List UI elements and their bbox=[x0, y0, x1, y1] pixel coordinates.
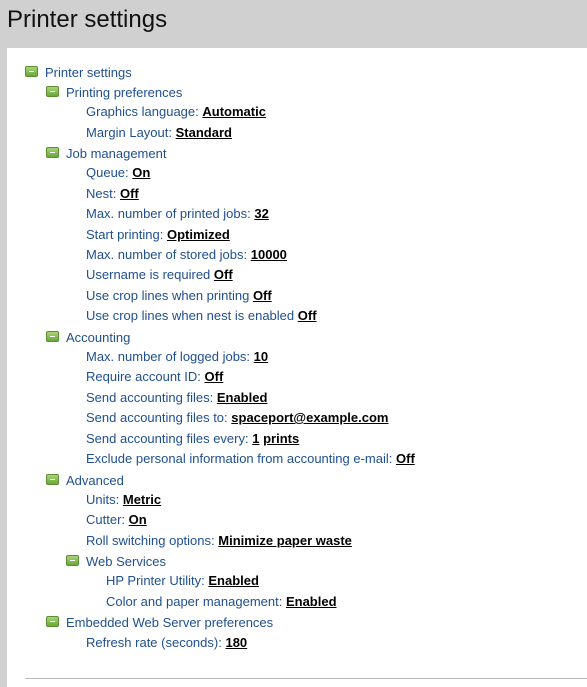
setting-value-link[interactable]: Enabled bbox=[208, 573, 259, 588]
tree-node-advanced[interactable]: Advanced bbox=[66, 471, 124, 491]
setting-roll-switching: Roll switching options: Minimize paper w… bbox=[86, 531, 352, 551]
setting-send-accounting-every: Send accounting files every: 1 prints bbox=[86, 429, 299, 449]
setting-label: Refresh rate (seconds): bbox=[86, 635, 222, 650]
setting-label: Start printing: bbox=[86, 227, 164, 242]
setting-label: Use crop lines when printing bbox=[86, 288, 250, 303]
tree-node-ews-preferences[interactable]: Embedded Web Server preferences bbox=[66, 613, 273, 633]
setting-send-accounting-files: Send accounting files: Enabled bbox=[86, 388, 267, 408]
setting-label: Cutter: bbox=[86, 512, 126, 527]
setting-label: Max. number of printed jobs: bbox=[86, 206, 251, 221]
setting-max-logged-jobs: Max. number of logged jobs: 10 bbox=[86, 347, 268, 367]
tree-node-job-management[interactable]: Job management bbox=[66, 144, 166, 164]
setting-crop-lines-nest: Use crop lines when nest is enabled Off bbox=[86, 306, 317, 326]
tree-node-printing-preferences[interactable]: Printing preferences bbox=[66, 83, 182, 103]
tree-node-web-services[interactable]: Web Services bbox=[86, 552, 166, 572]
setting-hp-printer-utility: HP Printer Utility: Enabled bbox=[106, 571, 259, 591]
setting-value-link[interactable]: Automatic bbox=[202, 104, 266, 119]
setting-username-required: Username is required Off bbox=[86, 265, 233, 285]
tree-node-label[interactable]: Printing preferences bbox=[66, 85, 182, 100]
setting-label: Queue: bbox=[86, 165, 129, 180]
setting-value-link[interactable]: spaceport@example.com bbox=[231, 410, 388, 425]
setting-value-link[interactable]: On bbox=[132, 165, 150, 180]
collapse-root-icon[interactable] bbox=[25, 66, 38, 77]
page-title: Printer settings bbox=[7, 6, 168, 33]
setting-label: Max. number of stored jobs: bbox=[86, 247, 248, 262]
setting-label: Margin Layout: bbox=[86, 125, 172, 140]
setting-graphics-language: Graphics language: Automatic bbox=[86, 102, 266, 122]
setting-label: HP Printer Utility: bbox=[106, 573, 205, 588]
collapse-job-management-icon[interactable] bbox=[46, 147, 59, 158]
setting-unit-link[interactable]: prints bbox=[263, 431, 299, 446]
setting-queue: Queue: On bbox=[86, 163, 150, 183]
setting-value-link[interactable]: Enabled bbox=[286, 594, 337, 609]
tree-node-label[interactable]: Job management bbox=[66, 146, 166, 161]
tree-node-label[interactable]: Embedded Web Server preferences bbox=[66, 615, 273, 630]
settings-panel: Printer settings Printing preferences Gr… bbox=[7, 48, 587, 687]
setting-value-link[interactable]: Off bbox=[205, 369, 224, 384]
setting-value-link[interactable]: Optimized bbox=[167, 227, 230, 242]
setting-value-link[interactable]: Off bbox=[214, 267, 233, 282]
setting-label: Send accounting files: bbox=[86, 390, 214, 405]
setting-label: Graphics language: bbox=[86, 104, 199, 119]
setting-value-link[interactable]: Off bbox=[120, 186, 139, 201]
tree-node-label[interactable]: Advanced bbox=[66, 473, 124, 488]
setting-label: Exclude personal information from accoun… bbox=[86, 451, 393, 466]
setting-margin-layout: Margin Layout: Standard bbox=[86, 123, 232, 143]
collapse-web-services-icon[interactable] bbox=[66, 555, 79, 566]
setting-units: Units: Metric bbox=[86, 490, 161, 510]
setting-value-link[interactable]: On bbox=[129, 512, 147, 527]
setting-value-link[interactable]: Off bbox=[298, 308, 317, 323]
footer-divider bbox=[25, 678, 587, 679]
setting-label: Nest: bbox=[86, 186, 117, 201]
tree-node-printer-settings[interactable]: Printer settings bbox=[45, 63, 132, 83]
setting-max-stored-jobs: Max. number of stored jobs: 10000 bbox=[86, 245, 287, 265]
tree-node-label[interactable]: Accounting bbox=[66, 330, 130, 345]
tree-node-label[interactable]: Printer settings bbox=[45, 65, 132, 80]
setting-label: Require account ID: bbox=[86, 369, 201, 384]
setting-value-link[interactable]: 32 bbox=[254, 206, 268, 221]
setting-value-link[interactable]: 1 bbox=[252, 431, 259, 446]
setting-label: Max. number of logged jobs: bbox=[86, 349, 251, 364]
setting-value-link[interactable]: Off bbox=[396, 451, 415, 466]
setting-label: Send accounting files to: bbox=[86, 410, 228, 425]
tree-node-accounting[interactable]: Accounting bbox=[66, 328, 130, 348]
setting-label: Units: bbox=[86, 492, 120, 507]
setting-value-link[interactable]: Enabled bbox=[217, 390, 268, 405]
setting-label: Roll switching options: bbox=[86, 533, 215, 548]
setting-value-link[interactable]: Off bbox=[253, 288, 272, 303]
setting-cutter: Cutter: On bbox=[86, 510, 147, 530]
collapse-ews-preferences-icon[interactable] bbox=[46, 616, 59, 627]
setting-label: Color and paper management: bbox=[106, 594, 283, 609]
setting-require-account-id: Require account ID: Off bbox=[86, 367, 223, 387]
setting-value-link[interactable]: Minimize paper waste bbox=[218, 533, 352, 548]
setting-crop-lines-printing: Use crop lines when printing Off bbox=[86, 286, 272, 306]
setting-value-link[interactable]: Metric bbox=[123, 492, 161, 507]
collapse-printing-preferences-icon[interactable] bbox=[46, 86, 59, 97]
collapse-accounting-icon[interactable] bbox=[46, 331, 59, 342]
setting-label: Send accounting files every: bbox=[86, 431, 249, 446]
setting-refresh-rate: Refresh rate (seconds): 180 bbox=[86, 633, 247, 653]
setting-value-link[interactable]: 10000 bbox=[251, 247, 287, 262]
setting-send-accounting-to: Send accounting files to: spaceport@exam… bbox=[86, 408, 388, 428]
setting-value-link[interactable]: Standard bbox=[176, 125, 232, 140]
collapse-advanced-icon[interactable] bbox=[46, 474, 59, 485]
setting-color-paper-management: Color and paper management: Enabled bbox=[106, 592, 337, 612]
setting-value-link[interactable]: 180 bbox=[225, 635, 247, 650]
setting-label: Username is required bbox=[86, 267, 211, 282]
setting-value-link[interactable]: 10 bbox=[254, 349, 268, 364]
setting-label: Use crop lines when nest is enabled bbox=[86, 308, 295, 323]
setting-start-printing: Start printing: Optimized bbox=[86, 225, 230, 245]
setting-max-printed-jobs: Max. number of printed jobs: 32 bbox=[86, 204, 269, 224]
tree-node-label[interactable]: Web Services bbox=[86, 554, 166, 569]
setting-exclude-personal-info: Exclude personal information from accoun… bbox=[86, 449, 415, 469]
setting-nest: Nest: Off bbox=[86, 184, 139, 204]
